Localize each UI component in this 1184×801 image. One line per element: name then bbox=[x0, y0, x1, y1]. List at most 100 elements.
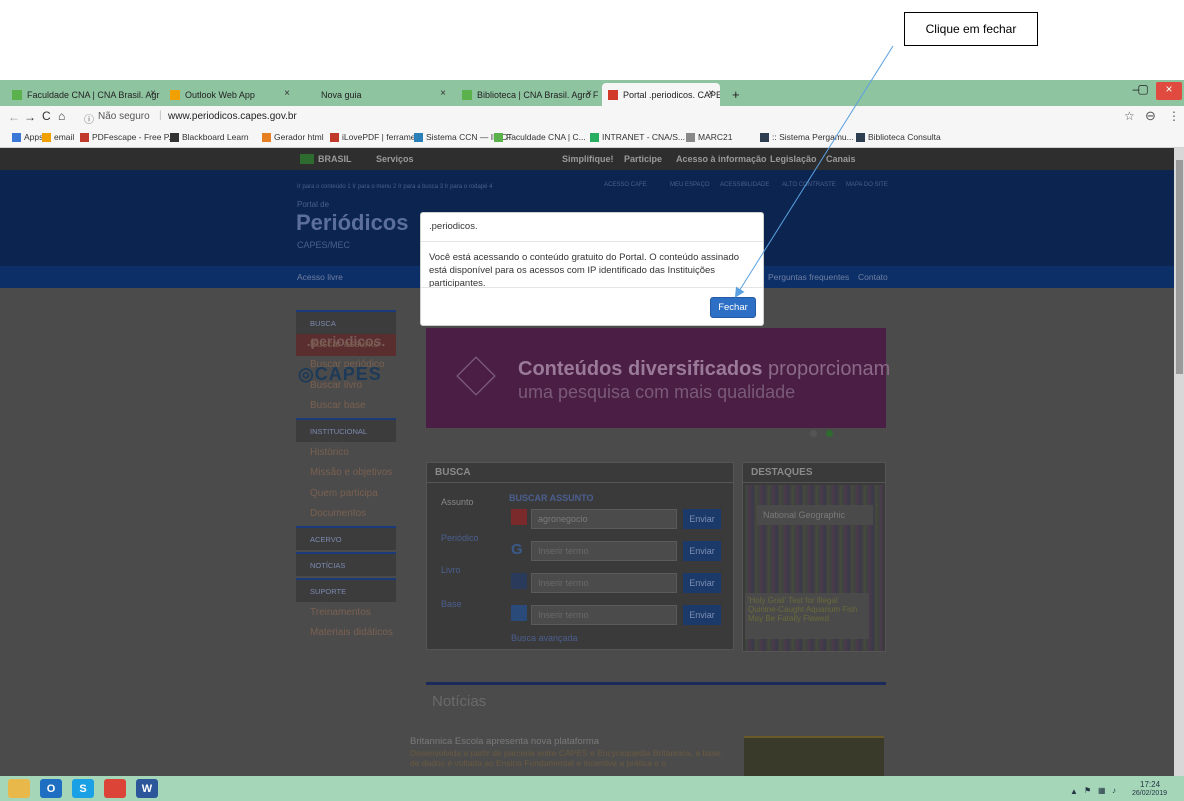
sidebar-item-5[interactable]: Buscar base bbox=[296, 396, 396, 417]
top-link-mapa[interactable]: MAPA DO SITE bbox=[846, 182, 888, 188]
access-links[interactable]: Ir para o conteúdo 1 Ir para o menu 2 Ir… bbox=[297, 184, 492, 190]
bookmark-4[interactable]: Blackboard Learn bbox=[170, 132, 249, 142]
search-input-3[interactable]: Inserir termo bbox=[531, 573, 677, 593]
sidebar-item-7[interactable]: Histórico bbox=[296, 442, 396, 463]
info-icon[interactable]: ⓘ bbox=[84, 111, 94, 126]
bookmark-8[interactable]: Faculdade CNA | C... bbox=[494, 132, 586, 142]
tab-2[interactable]: Outlook Web App × bbox=[164, 83, 296, 106]
gov-brasil-link[interactable]: BRASIL bbox=[318, 154, 352, 164]
tab-close-icon[interactable]: × bbox=[284, 88, 290, 99]
sidebar-head-13[interactable]: SUPORTE bbox=[296, 578, 396, 602]
tab-close-icon[interactable]: × bbox=[440, 88, 446, 99]
site-title[interactable]: Periódicos bbox=[296, 210, 408, 236]
search-input-1[interactable]: agronegocio bbox=[531, 509, 677, 529]
send-button-2[interactable]: Enviar bbox=[683, 541, 721, 561]
tab-close-icon[interactable]: × bbox=[708, 88, 714, 99]
tab-close-icon[interactable]: × bbox=[586, 88, 592, 99]
star-icon[interactable]: ☆ bbox=[1124, 109, 1135, 123]
tray-network-icon[interactable]: ▦ bbox=[1098, 786, 1106, 795]
bookmark-10[interactable]: MARC21 bbox=[686, 132, 732, 142]
banner[interactable]: Conteúdos diversificados proporcionam um… bbox=[426, 328, 890, 428]
bookmark-6[interactable]: iLovePDF | ferrame... bbox=[330, 132, 423, 142]
sidebar-item-10[interactable]: Documentos bbox=[296, 504, 396, 525]
carousel-dot-1[interactable] bbox=[810, 430, 817, 437]
search-tab-periodico[interactable]: Periódico bbox=[441, 533, 479, 543]
advanced-search-link[interactable]: Busca avançada bbox=[511, 633, 578, 643]
bookmark-9[interactable]: INTRANET - CNA/S... bbox=[590, 132, 685, 142]
sidebar-item-4[interactable]: Buscar livro bbox=[296, 375, 396, 396]
top-link-meu-espaco[interactable]: MEU ESPAÇO bbox=[670, 182, 710, 188]
menu-icon[interactable]: ⋮ bbox=[1168, 109, 1180, 123]
search-tab-assunto[interactable]: Assunto bbox=[441, 497, 474, 507]
tab-5[interactable]: Portal .periodicos. CAPES × bbox=[602, 83, 720, 106]
bookmark-2[interactable]: email bbox=[42, 132, 74, 142]
bookmark-3[interactable]: PDFescape - Free P... bbox=[80, 132, 175, 142]
sidebar-item-14[interactable]: Treinamentos bbox=[296, 602, 396, 623]
bookmark-icon bbox=[414, 132, 423, 142]
tab-3[interactable]: Nova guia × bbox=[300, 83, 452, 106]
search-input-2[interactable]: Inserir termo bbox=[531, 541, 677, 561]
bookmark-5[interactable]: Gerador html bbox=[262, 132, 324, 142]
bookmark-11[interactable]: :: Sistema Pergamu... bbox=[760, 132, 854, 142]
menu-contato[interactable]: Contato bbox=[858, 272, 888, 282]
maximize-icon[interactable]: ▢ bbox=[1134, 82, 1152, 100]
news-image[interactable] bbox=[744, 736, 884, 776]
gov-link-legislacao[interactable]: Legislação bbox=[770, 154, 817, 164]
tab-4[interactable]: Biblioteca | CNA Brasil. Agro Fort × bbox=[456, 83, 598, 106]
outlook-icon[interactable]: O bbox=[40, 779, 62, 798]
sidebar-head-11[interactable]: ACERVO bbox=[296, 526, 396, 550]
sidebar-item-3[interactable]: Buscar periódico bbox=[296, 355, 396, 376]
tray-arrow-icon[interactable]: ▲ bbox=[1070, 787, 1078, 796]
carousel-dot-2[interactable] bbox=[826, 430, 833, 437]
send-button-3[interactable]: Enviar bbox=[683, 573, 721, 593]
tab-favicon-icon bbox=[462, 89, 472, 100]
url-input[interactable]: www.periodicos.capes.gov.br bbox=[168, 111, 297, 122]
clock-date[interactable]: 26/02/2019 bbox=[1132, 790, 1167, 797]
search-input-4[interactable]: Inserir termo bbox=[531, 605, 677, 625]
close-button[interactable]: Fechar bbox=[710, 297, 756, 318]
gov-servicos-link[interactable]: Serviços bbox=[376, 154, 414, 164]
back-icon[interactable]: ← bbox=[8, 110, 20, 124]
top-link-acessibilidade[interactable]: ACESSIBILIDADE bbox=[720, 182, 769, 188]
tab-1[interactable]: Faculdade CNA | CNA Brasil. Agr × bbox=[6, 83, 162, 106]
sidebar-head-1[interactable]: BUSCA bbox=[296, 310, 396, 334]
search-tab-base[interactable]: Base bbox=[441, 599, 462, 609]
menu-acesso-livre[interactable]: Acesso livre bbox=[297, 272, 343, 282]
sidebar-item-8[interactable]: Missão e objetivos bbox=[296, 463, 396, 484]
menu-perguntas[interactable]: Perguntas frequentes bbox=[768, 272, 849, 282]
chrome-icon[interactable] bbox=[104, 779, 126, 798]
home-icon[interactable]: ⌂ bbox=[58, 109, 65, 123]
send-button-1[interactable]: Enviar bbox=[683, 509, 721, 529]
bookmark-1[interactable]: Apps bbox=[12, 132, 43, 142]
skype-icon[interactable]: S bbox=[72, 779, 94, 798]
top-link-contraste[interactable]: ALTO CONTRASTE bbox=[782, 182, 836, 188]
source-icon-4 bbox=[511, 605, 527, 621]
sidebar-head-12[interactable]: NOTÍCIAS bbox=[296, 552, 396, 576]
profile-icon[interactable]: ⊖ bbox=[1145, 108, 1156, 124]
window-close-icon[interactable]: × bbox=[1156, 82, 1182, 100]
sidebar-head-6[interactable]: INSTITUCIONAL bbox=[296, 418, 396, 442]
sidebar-item-9[interactable]: Quem participa bbox=[296, 483, 396, 504]
send-button-4[interactable]: Enviar bbox=[683, 605, 721, 625]
search-tab-livro[interactable]: Livro bbox=[441, 565, 461, 575]
gov-link-participe[interactable]: Participe bbox=[624, 154, 662, 164]
top-link-cafe[interactable]: ACESSO CAFE bbox=[604, 182, 647, 188]
word-icon[interactable]: W bbox=[136, 779, 158, 798]
forward-icon[interactable]: → bbox=[24, 110, 36, 124]
gov-link-acesso[interactable]: Acesso à informação bbox=[676, 154, 767, 164]
bookmark-12[interactable]: Biblioteca Consulta bbox=[856, 132, 941, 142]
news-headline[interactable]: Britannica Escola apresenta nova platafo… bbox=[410, 736, 599, 747]
scrollbar-thumb[interactable] bbox=[1176, 160, 1183, 374]
gov-link-simplifique[interactable]: Simplifique! bbox=[562, 154, 614, 164]
new-tab-button[interactable]: + bbox=[726, 83, 746, 106]
clock-time[interactable]: 17:24 bbox=[1140, 780, 1160, 789]
explorer-icon[interactable] bbox=[8, 779, 30, 798]
highlight-headline[interactable]: 'Holy Grail' Test for Illegal Quinine-Ca… bbox=[745, 593, 869, 639]
sidebar-item-2[interactable]: Buscar assunto bbox=[296, 334, 396, 355]
tray-flag-icon[interactable]: ⚑ bbox=[1084, 786, 1091, 795]
tab-close-icon[interactable]: × bbox=[150, 88, 156, 99]
sidebar-item-15[interactable]: Materiais didáticos bbox=[296, 623, 396, 644]
gov-link-canais[interactable]: Canais bbox=[826, 154, 856, 164]
reload-icon[interactable]: C bbox=[42, 109, 51, 123]
tray-volume-icon[interactable]: ♪ bbox=[1112, 786, 1116, 795]
